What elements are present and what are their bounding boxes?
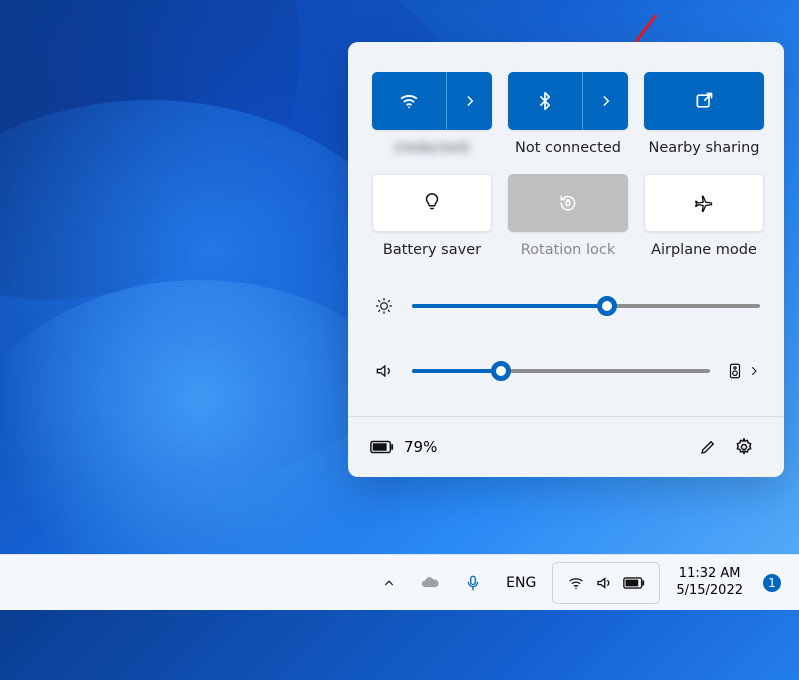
settings-button[interactable] — [726, 429, 762, 465]
battery-percent: 79% — [404, 438, 437, 456]
airplane-mode-tile[interactable] — [644, 174, 764, 232]
microphone-icon[interactable] — [456, 563, 490, 603]
tray-chevron-up[interactable] — [374, 563, 404, 603]
brightness-slider[interactable] — [372, 296, 760, 316]
nearby-sharing-tile[interactable] — [644, 72, 764, 130]
language-indicator[interactable]: ENG — [498, 563, 544, 603]
rotation-lock-tile[interactable] — [508, 174, 628, 232]
notification-center[interactable]: 1 — [759, 563, 785, 603]
battery-saver-tile[interactable] — [372, 174, 492, 232]
wifi-expand-button[interactable] — [446, 72, 492, 130]
bluetooth-tile[interactable] — [508, 72, 628, 130]
tray-wifi-icon[interactable] — [563, 563, 589, 603]
bluetooth-icon — [508, 72, 582, 130]
edit-button[interactable] — [690, 429, 726, 465]
wifi-tile[interactable] — [372, 72, 492, 130]
onedrive-icon[interactable] — [412, 563, 448, 603]
clock[interactable]: 11:32 AM 5/15/2022 — [668, 563, 751, 603]
airplane-icon — [694, 193, 714, 213]
rotation-lock-label: Rotation lock — [521, 242, 616, 258]
airplane-mode-label: Airplane mode — [651, 242, 757, 258]
taskbar: ENG 11:32 AM 5/15/2022 1 — [0, 554, 799, 610]
battery-status[interactable]: 79% — [370, 438, 437, 456]
notification-badge: 1 — [763, 574, 781, 592]
quick-settings-panel: (redacted) Not connected — [348, 42, 784, 477]
rotation-lock-icon — [558, 193, 578, 213]
bluetooth-expand-button[interactable] — [582, 72, 628, 130]
wifi-label: (redacted) — [394, 140, 470, 156]
battery-saver-label: Battery saver — [383, 242, 481, 258]
tray-battery-icon[interactable] — [619, 563, 649, 603]
battery-saver-icon — [421, 192, 443, 214]
bluetooth-label: Not connected — [515, 140, 621, 156]
volume-slider[interactable] — [372, 360, 760, 382]
audio-output-button[interactable] — [726, 360, 744, 382]
clock-time: 11:32 AM — [679, 566, 741, 582]
battery-icon — [370, 439, 394, 455]
nearby-sharing-label: Nearby sharing — [648, 140, 759, 156]
tray-volume-icon[interactable] — [591, 563, 617, 603]
wifi-icon — [372, 72, 446, 130]
clock-date: 5/15/2022 — [676, 583, 743, 599]
system-tray[interactable] — [552, 562, 660, 604]
volume-icon — [372, 361, 396, 381]
share-icon — [694, 91, 714, 111]
chevron-right-icon[interactable] — [748, 365, 760, 377]
brightness-icon — [372, 296, 396, 316]
